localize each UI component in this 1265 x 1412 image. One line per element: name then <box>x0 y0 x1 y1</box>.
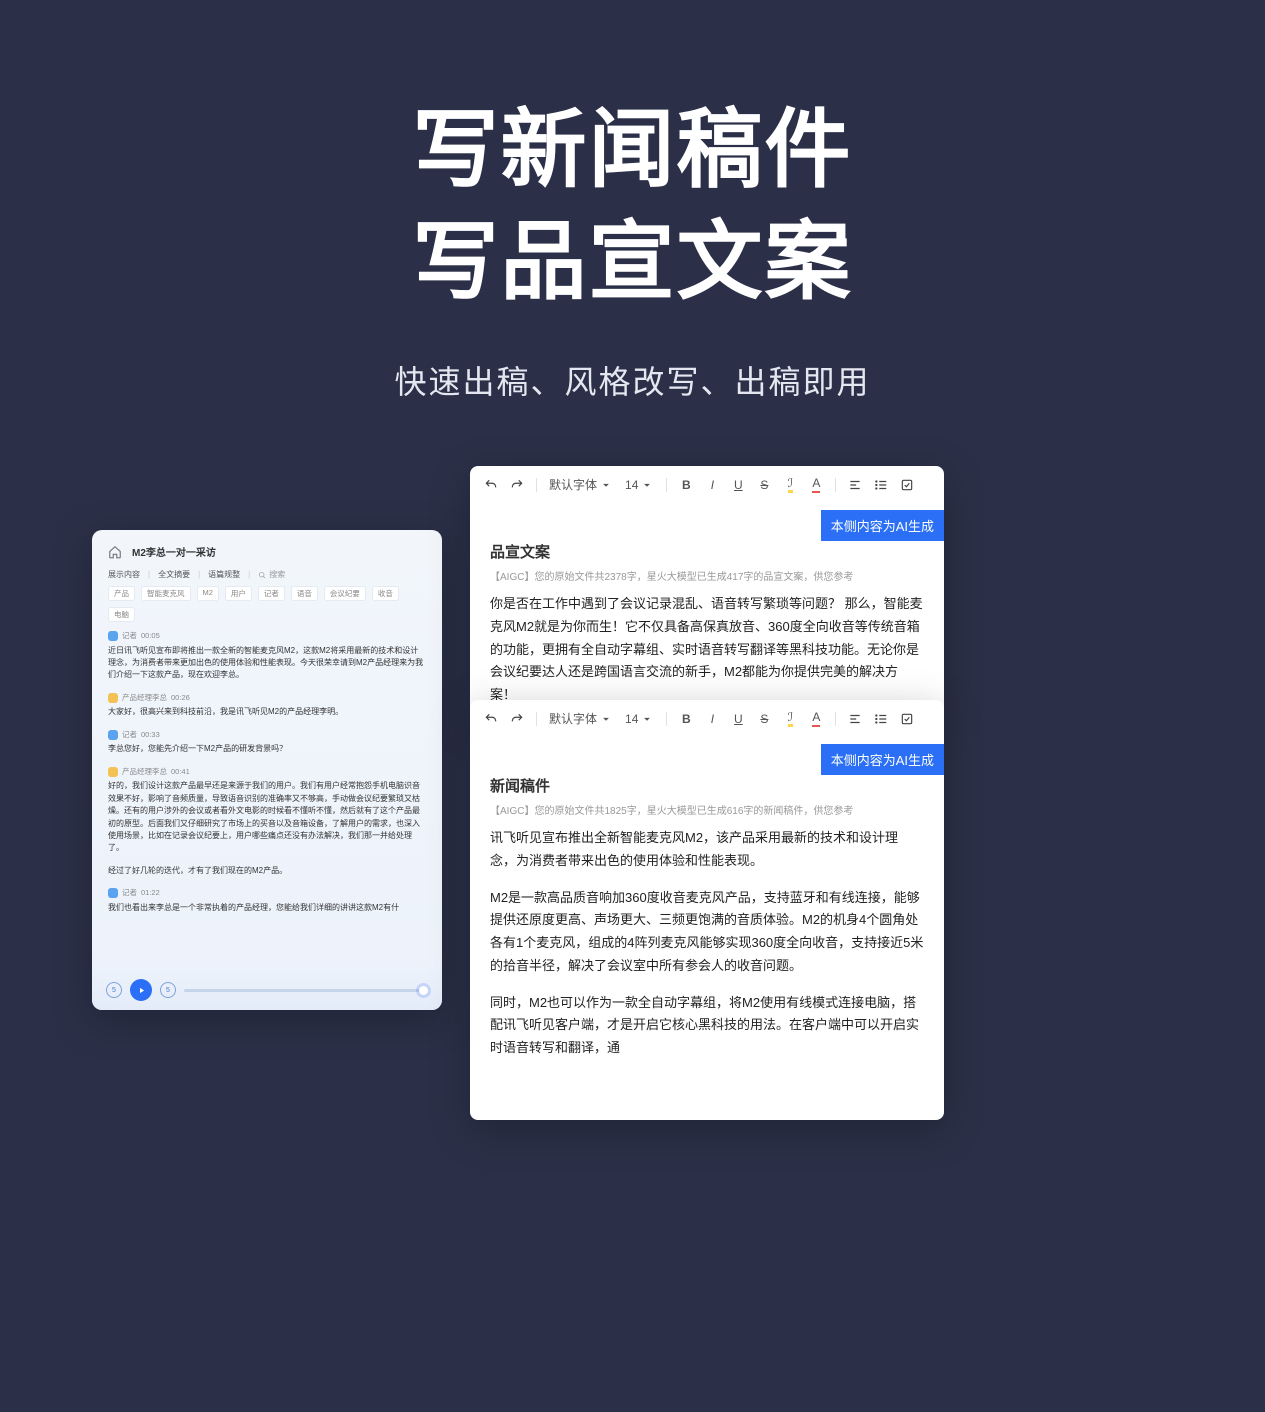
ai-generated-badge: 本侧内容为AI生成 <box>821 744 944 775</box>
bold-icon[interactable]: B <box>679 712 693 726</box>
transcript-line: 记者00:05 近日讯飞听见宣布即将推出一款全新的智能麦克风M2，这款M2将采用… <box>108 630 426 682</box>
chip[interactable]: 语音 <box>291 586 318 601</box>
strikethrough-icon[interactable]: S <box>757 712 771 726</box>
play-button[interactable] <box>130 979 152 1001</box>
chip[interactable]: 会议纪要 <box>324 586 366 601</box>
undo-icon[interactable] <box>484 478 498 492</box>
rewind-button[interactable]: 5 <box>106 982 122 998</box>
redo-icon[interactable] <box>510 712 524 726</box>
avatar-icon <box>108 888 118 898</box>
highlight-icon[interactable]: ℐ <box>783 478 797 492</box>
hero-title-line1: 写新闻稿件 <box>0 95 1265 207</box>
list-icon[interactable] <box>874 712 888 726</box>
align-icon[interactable] <box>848 478 862 492</box>
strikethrough-icon[interactable]: S <box>757 478 771 492</box>
hero-title: 写新闻稿件 写品宣文案 <box>0 95 1265 319</box>
list-icon[interactable] <box>874 478 888 492</box>
transcript-line: 经过了好几轮的迭代，才有了我们现在的M2产品。 <box>108 865 426 877</box>
keyword-chips: 产品 智能麦克风 M2 用户 记者 语音 会议纪要 收音 电脑 <box>108 586 426 622</box>
tab-discourse[interactable]: 语篇规整 <box>208 569 240 580</box>
promo-content: 你是否在工作中遇到了会议记录混乱、语音转写繁琐等问题？ 那么，智能麦克风M2就是… <box>490 593 924 707</box>
hero-subtitle: 快速出稿、风格改写、出稿即用 <box>0 357 1265 403</box>
tab-display-content[interactable]: 展示内容 <box>108 569 140 580</box>
checklist-icon[interactable] <box>900 478 914 492</box>
progress-knob[interactable] <box>419 986 428 995</box>
editor-card-promo: 默认字体 14 B I U S ℐ A 本侧内容为AI生成 品宣文案 【AIGC… <box>470 466 944 716</box>
font-color-icon[interactable]: A <box>809 712 823 726</box>
avatar-icon <box>108 767 118 777</box>
tab-summary[interactable]: 全文摘要 <box>158 569 190 580</box>
font-size-select[interactable]: 14 <box>625 478 654 492</box>
transcript-line: 记者00:33 李总您好，您能先介绍一下M2产品的研发背景吗？ <box>108 729 426 756</box>
editor-card-news: 默认字体 14 B I U S ℐ A 本侧内容为AI生成 新闻稿件 【AIGC… <box>470 700 944 1120</box>
redo-icon[interactable] <box>510 478 524 492</box>
aigc-meta: 【AIGC】您的原始文件共1825字，星火大模型已生成616字的新闻稿件，供您参… <box>490 802 924 817</box>
transcript-line: 记者01:22 我们也看出来李总是一个非常执着的产品经理，您能给我们详细的讲讲这… <box>108 887 426 914</box>
underline-icon[interactable]: U <box>731 712 745 726</box>
chip[interactable]: 智能麦克风 <box>141 586 191 601</box>
section-heading-news: 新闻稿件 <box>490 775 924 796</box>
chip[interactable]: 产品 <box>108 586 135 601</box>
forward-button[interactable]: 5 <box>160 982 176 998</box>
chip[interactable]: 电脑 <box>108 607 135 622</box>
checklist-icon[interactable] <box>900 712 914 726</box>
font-color-icon[interactable]: A <box>809 478 823 492</box>
italic-icon[interactable]: I <box>705 712 719 726</box>
chip[interactable]: 记者 <box>258 586 285 601</box>
chip[interactable]: 用户 <box>225 586 252 601</box>
undo-icon[interactable] <box>484 712 498 726</box>
transcript-panel: M2李总一对一采访 展示内容 | 全文摘要 | 语篇规整 | 搜索 产品 智能麦… <box>92 530 442 1010</box>
transcript-line: 产品经理李总00:41 好的，我们设计这款产品最早还是来源于我们的用户。我们有用… <box>108 766 426 855</box>
progress-track[interactable] <box>184 989 428 992</box>
transcript-title: M2李总一对一采访 <box>132 544 216 559</box>
ai-generated-badge: 本侧内容为AI生成 <box>821 510 944 541</box>
aigc-meta: 【AIGC】您的原始文件共2378字，星火大模型已生成417字的品宣文案，供您参… <box>490 568 924 583</box>
highlight-icon[interactable]: ℐ <box>783 712 797 726</box>
hero-title-line2: 写品宣文案 <box>0 207 1265 319</box>
avatar-icon <box>108 693 118 703</box>
home-icon[interactable] <box>108 545 122 559</box>
news-content: 讯飞听见宣布推出全新智能麦克风M2，该产品采用最新的技术和设计理念，为消费者带来… <box>490 827 924 1060</box>
editor-toolbar: 默认字体 14 B I U S ℐ A <box>470 466 944 503</box>
bold-icon[interactable]: B <box>679 478 693 492</box>
avatar-icon <box>108 631 118 641</box>
italic-icon[interactable]: I <box>705 478 719 492</box>
transcript-line: 产品经理李总00:26 大家好，很高兴来到科技前沿，我是讯飞听见M2的产品经理李… <box>108 692 426 719</box>
avatar-icon <box>108 730 118 740</box>
align-icon[interactable] <box>848 712 862 726</box>
search-input[interactable]: 搜索 <box>258 569 426 580</box>
chip[interactable]: 收音 <box>372 586 399 601</box>
font-family-select[interactable]: 默认字体 <box>549 476 613 493</box>
underline-icon[interactable]: U <box>731 478 745 492</box>
audio-player: 5 5 <box>92 970 442 1010</box>
editor-toolbar: 默认字体 14 B I U S ℐ A <box>470 700 944 737</box>
font-size-select[interactable]: 14 <box>625 712 654 726</box>
chip[interactable]: M2 <box>197 586 219 601</box>
section-heading-promo: 品宣文案 <box>490 541 924 562</box>
font-family-select[interactable]: 默认字体 <box>549 710 613 727</box>
